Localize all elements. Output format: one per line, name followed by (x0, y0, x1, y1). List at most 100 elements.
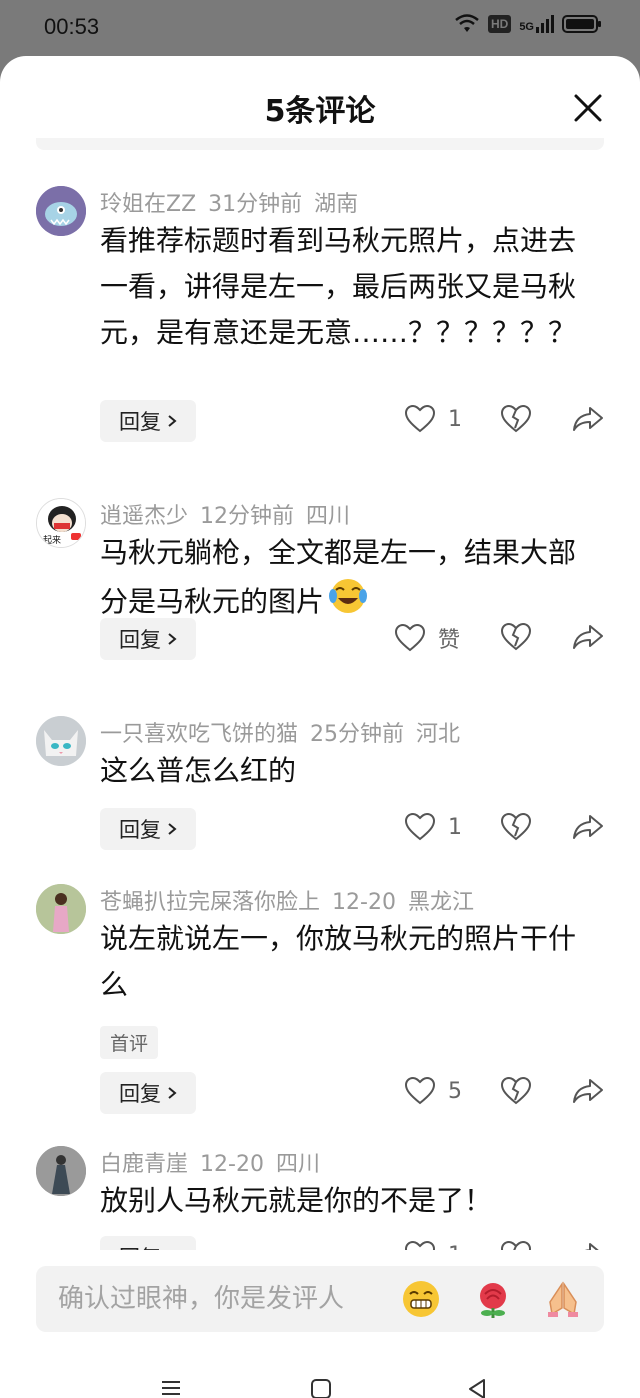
share-icon (573, 625, 603, 649)
comment-time: 25分钟前 (310, 722, 405, 747)
comment-item: 苍蝇扒拉完屎落你脸上 12-20 黑龙江 说左就说左一，你放马秋元的照片干什么 首评… (0, 874, 640, 1134)
chevron-right-icon (168, 823, 177, 835)
reply-button[interactable]: 回复 (100, 400, 196, 442)
wifi-icon (455, 14, 479, 32)
share-icon (573, 1079, 603, 1103)
comment-meta: 白鹿青崖 12-20 四川 (100, 1146, 332, 1178)
heart-icon (394, 623, 426, 652)
status-bar: 00:53 HD 5G (0, 0, 640, 56)
pray-emoji[interactable] (542, 1278, 584, 1320)
sheet-header: 5条评论 (0, 56, 640, 156)
comment-location: 湖南 (314, 192, 359, 217)
back-icon (469, 1379, 485, 1398)
chevron-right-icon (168, 1087, 177, 1099)
comment-text: 说左就说左一，你放马秋元的照片干什么 (100, 922, 577, 1001)
share-button[interactable] (572, 1076, 604, 1106)
share-button[interactable] (572, 1240, 604, 1250)
comment-time: 12-20 (332, 890, 396, 915)
avatar[interactable]: 起来 (36, 498, 86, 548)
like-button[interactable]: 赞 (394, 622, 460, 654)
comment-text: 看推荐标题时看到马秋元照片，点进去一看，讲得是左一，最后两张又是马秋元，是有意还… (100, 224, 577, 349)
comment-username[interactable]: 一只喜欢吃飞饼的猫 (100, 722, 298, 747)
heart-icon (404, 404, 436, 433)
broken-heart-icon (500, 812, 532, 841)
avatar[interactable] (36, 1146, 86, 1196)
reply-button[interactable]: 回复 (100, 1072, 196, 1114)
chevron-right-icon (168, 633, 177, 645)
share-button[interactable] (572, 812, 604, 842)
comment-location: 四川 (306, 504, 351, 529)
share-icon (573, 407, 603, 431)
avatar[interactable] (36, 186, 86, 236)
avatar-text: 起来 (43, 536, 62, 546)
like-count: 1 (448, 406, 462, 432)
comment-location: 四川 (275, 1152, 320, 1177)
dislike-button[interactable] (500, 1240, 532, 1250)
home-icon (311, 1379, 331, 1398)
comment-meta: 逍遥杰少 12分钟前 四川 (100, 498, 362, 530)
comment-item: 起来 逍遥杰少 12分钟前 四川 马秋元躺枪，全文都是左一，结果大部分是马秋元的图片… (0, 488, 640, 688)
header-divider (36, 138, 604, 150)
comment-sheet: 5条评论 玲姐在ZZ 31分钟前 湖南 看推荐标题时看到马秋元照片，点进去一看，讲得 (0, 56, 640, 1398)
broken-heart-icon (500, 622, 532, 651)
comment-item: 一只喜欢吃飞饼的猫 25分钟前 河北 这么普怎么红的 回复 1 (0, 706, 640, 866)
dislike-button[interactable] (500, 812, 532, 842)
comment-item: 玲姐在ZZ 31分钟前 湖南 看推荐标题时看到马秋元照片，点进去一看，讲得是左一，最… (0, 176, 640, 476)
close-button[interactable] (572, 92, 604, 124)
comment-text: 马秋元躺枪，全文都是左一，结果大部分是马秋元的图片 (100, 530, 590, 630)
comment-text: 这么普怎么红的 (100, 754, 297, 787)
heart-icon (404, 812, 436, 841)
like-button[interactable]: 1 (404, 1240, 462, 1250)
comment-time: 12分钟前 (200, 504, 295, 529)
laugh-cry-emoji (328, 576, 368, 630)
heart-icon (404, 1240, 436, 1250)
heart-icon (404, 1076, 436, 1105)
rose-emoji[interactable] (472, 1278, 514, 1320)
comment-meta: 苍蝇扒拉完屎落你脸上 12-20 黑龙江 (100, 884, 486, 916)
home-nav-button[interactable] (310, 1378, 332, 1398)
comment-item: 白鹿青崖 12-20 四川 放别人马秋元就是你的不是了！ 回复 1 (0, 1136, 640, 1250)
like-button[interactable]: 1 (404, 404, 462, 434)
menu-nav-button[interactable] (160, 1378, 182, 1398)
reply-button[interactable]: 回复 (100, 808, 196, 850)
back-nav-button[interactable] (466, 1378, 488, 1398)
status-time: 00:53 (44, 14, 100, 39)
menu-icon (162, 1381, 180, 1395)
like-count: 1 (448, 814, 462, 840)
comment-text: 放别人马秋元就是你的不是了！ (100, 1184, 493, 1217)
comment-username[interactable]: 苍蝇扒拉完屎落你脸上 (100, 890, 320, 915)
comment-list[interactable]: 玲姐在ZZ 31分钟前 湖南 看推荐标题时看到马秋元照片，点进去一看，讲得是左一，最… (0, 176, 640, 1250)
first-comment-tag: 首评 (100, 1026, 159, 1059)
comment-location: 河北 (416, 722, 461, 747)
battery-icon (562, 15, 601, 33)
share-button[interactable] (572, 404, 604, 434)
dislike-button[interactable] (500, 404, 532, 434)
status-icons: HD 5G (454, 14, 602, 34)
comment-time: 12-20 (200, 1152, 264, 1177)
comment-meta: 玲姐在ZZ 31分钟前 湖南 (100, 186, 370, 218)
avatar[interactable] (36, 884, 86, 934)
hd-badge: HD (487, 15, 512, 33)
grin-emoji[interactable] (400, 1278, 442, 1320)
share-icon (573, 815, 603, 839)
dislike-button[interactable] (500, 1076, 532, 1106)
system-nav-bar (0, 1366, 640, 1398)
like-button[interactable]: 5 (404, 1076, 462, 1106)
comment-input[interactable] (36, 1266, 376, 1332)
broken-heart-icon (500, 1076, 532, 1105)
like-count: 1 (448, 1243, 462, 1251)
avatar[interactable] (36, 716, 86, 766)
broken-heart-icon (500, 404, 532, 433)
share-button[interactable] (572, 622, 604, 652)
comment-input-bar (36, 1266, 604, 1332)
dislike-button[interactable] (500, 622, 532, 652)
reply-button[interactable]: 回复 (100, 1236, 196, 1250)
comment-username[interactable]: 白鹿青崖 (100, 1152, 188, 1177)
signal-icon: 5G (519, 15, 554, 33)
like-count: 赞 (438, 628, 461, 653)
like-button[interactable]: 1 (404, 812, 462, 842)
comment-username[interactable]: 玲姐在ZZ (100, 192, 196, 217)
comment-time: 31分钟前 (208, 192, 303, 217)
comment-username[interactable]: 逍遥杰少 (100, 504, 188, 529)
reply-button[interactable]: 回复 (100, 618, 196, 660)
